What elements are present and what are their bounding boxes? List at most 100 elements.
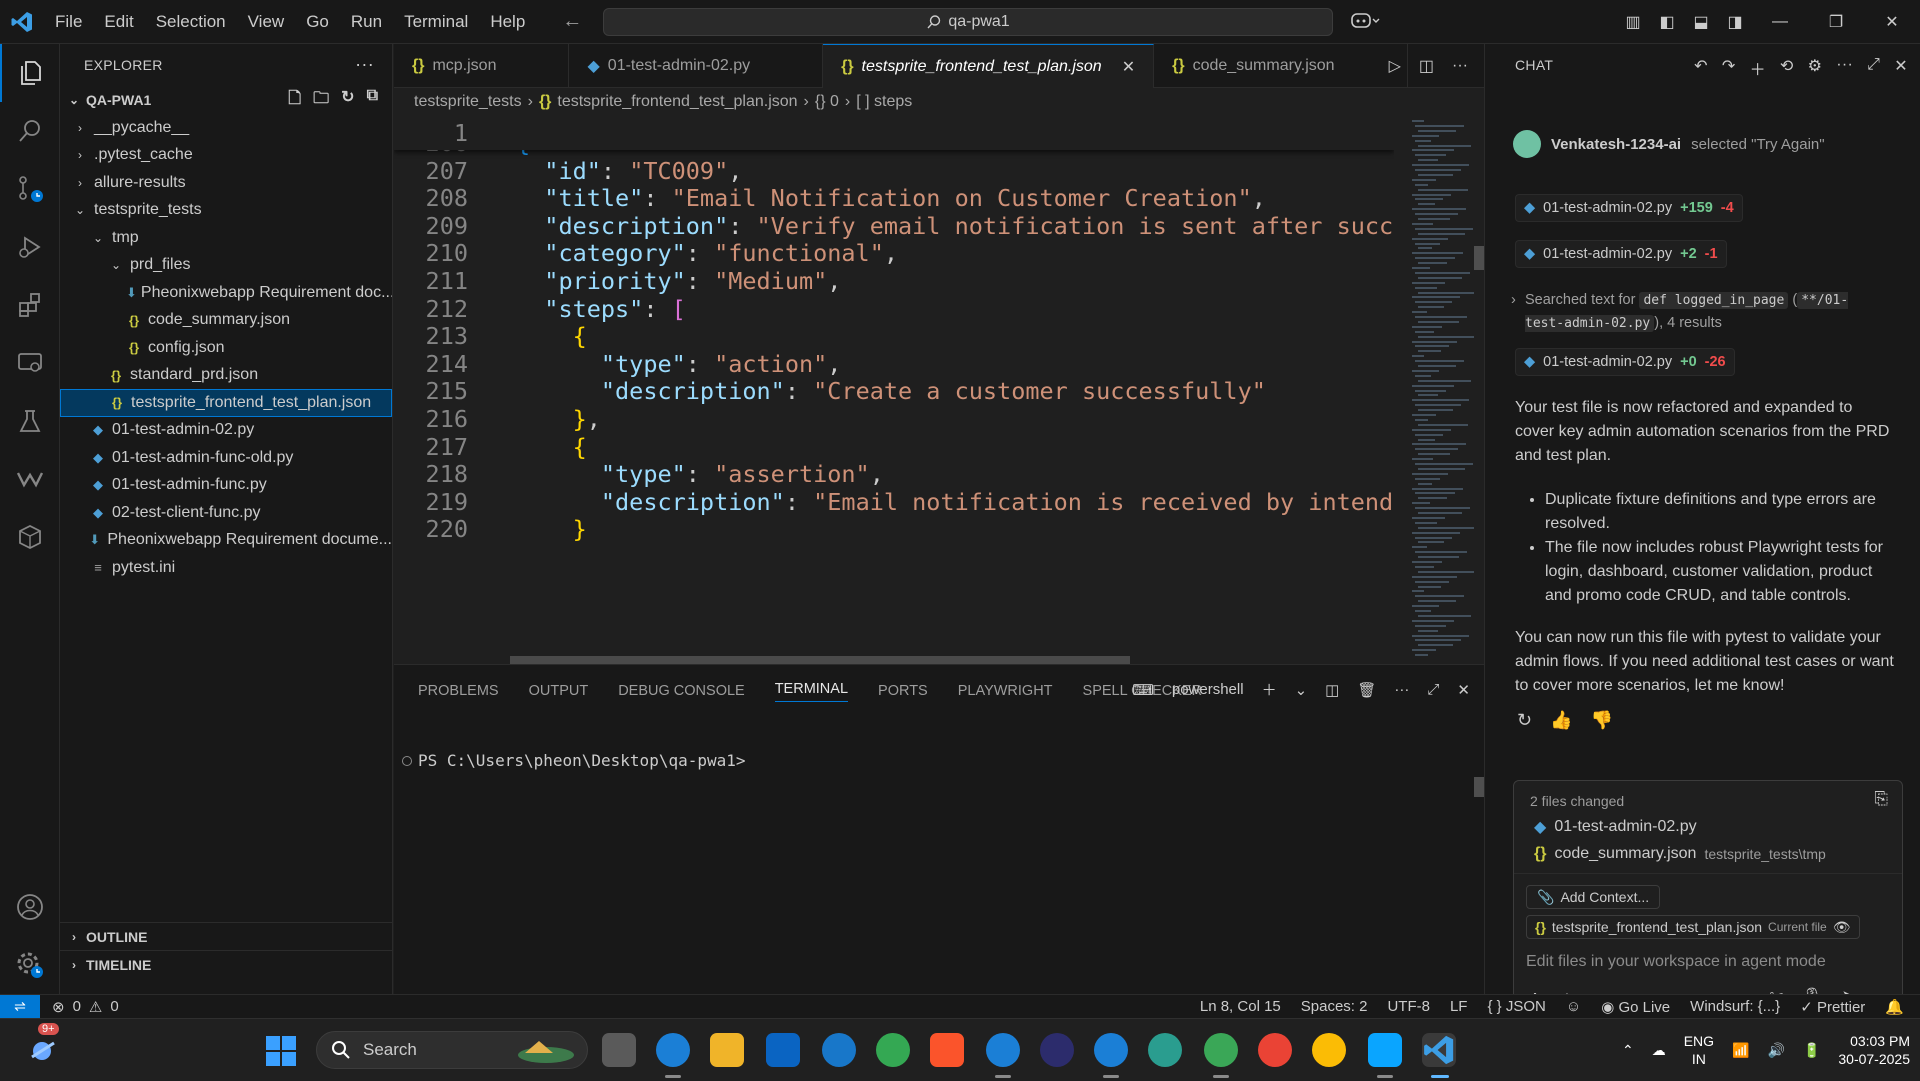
taskbar-search[interactable]: Search xyxy=(316,1031,588,1069)
warning-count[interactable]: 0 xyxy=(110,998,118,1016)
chat-settings-icon[interactable]: ⚙ xyxy=(1808,56,1823,80)
terminal-prompt-line[interactable]: PS C:\Users\pheon\Desktop\qa-pwa1> xyxy=(402,751,746,770)
panel-tab-problems[interactable]: PROBLEMS xyxy=(418,683,499,699)
minimap[interactable] xyxy=(1394,116,1477,664)
tree-item[interactable]: ◆ 01-test-admin-02.py xyxy=(60,417,392,445)
timeline-section[interactable]: › TIMELINE xyxy=(60,950,393,978)
code-editor[interactable]: 1 206{207 "id": "TC009",208 "title": "Em… xyxy=(394,116,1394,664)
thumbs-up-icon[interactable]: 👍 xyxy=(1550,710,1572,731)
editor-tab[interactable]: {} code_summary.json xyxy=(1154,44,1408,88)
source-control-icon[interactable] xyxy=(0,160,60,218)
maximize-chat-icon[interactable]: ⤢ xyxy=(1867,56,1880,80)
edge-profile-5-icon[interactable] xyxy=(1148,1033,1182,1067)
remote-explorer-icon[interactable] xyxy=(0,334,60,392)
chrome-profile-1-icon[interactable] xyxy=(876,1033,910,1067)
language-mode[interactable]: { } JSON xyxy=(1487,998,1545,1016)
changed-file-row[interactable]: {} code_summary.json testsprite_tests\tmp xyxy=(1534,845,1826,863)
windsurf-icon[interactable] xyxy=(0,450,60,508)
notifications-bell-icon[interactable]: 🔔 xyxy=(1885,998,1904,1016)
close-panel-icon[interactable]: ✕ xyxy=(1457,681,1470,699)
chrome-profile-2-icon[interactable] xyxy=(1258,1033,1292,1067)
more-actions-icon[interactable]: ··· xyxy=(355,54,374,75)
eye-icon[interactable]: 👁 xyxy=(1833,919,1851,936)
containers-icon[interactable] xyxy=(0,508,60,566)
encoding[interactable]: UTF-8 xyxy=(1387,998,1430,1016)
panel-tab-debug-console[interactable]: DEBUG CONSOLE xyxy=(618,683,745,699)
editor-more-icon[interactable]: ··· xyxy=(1452,57,1468,75)
edited-file-chip[interactable]: ◆ 01-test-admin-02.py +2 -1 xyxy=(1515,240,1727,268)
eclipse-icon[interactable] xyxy=(1040,1033,1074,1067)
edge-profile-6-icon[interactable] xyxy=(1204,1033,1238,1067)
prettier[interactable]: ✓ Prettier xyxy=(1800,998,1865,1016)
testing-flask-icon[interactable] xyxy=(0,392,60,450)
retry-icon[interactable]: ↻ xyxy=(1517,710,1532,731)
kill-terminal-icon[interactable]: 🗑 xyxy=(1357,681,1376,699)
breadcrumb-array[interactable]: [ ] steps xyxy=(856,93,912,111)
copilot-status-icon[interactable]: ☺ xyxy=(1566,998,1581,1016)
chevron-up-icon[interactable]: ⌃ xyxy=(1622,1042,1634,1059)
add-context-button[interactable]: 📎 Add Context... xyxy=(1526,885,1661,909)
changed-file-row[interactable]: ◆ 01-test-admin-02.py xyxy=(1534,817,1705,837)
toggle-sidebar-icon[interactable]: ◧ xyxy=(1650,12,1684,32)
indentation[interactable]: Spaces: 2 xyxy=(1301,998,1368,1016)
menu-terminal[interactable]: Terminal xyxy=(393,0,479,44)
menu-file[interactable]: File xyxy=(44,0,93,44)
menu-selection[interactable]: Selection xyxy=(145,0,237,44)
tree-item[interactable]: › __pycache__ xyxy=(60,114,392,142)
close-chat-icon[interactable]: ✕ xyxy=(1894,56,1908,80)
breadcrumb-file[interactable]: testsprite_frontend_test_plan.json xyxy=(557,93,797,111)
code-line[interactable]: 220 } xyxy=(394,512,1394,546)
run-file-icon[interactable]: ▷ xyxy=(1389,56,1401,76)
explorer-icon[interactable] xyxy=(0,44,60,102)
terminal-shell-name[interactable]: powershell xyxy=(1172,681,1244,698)
panel-tab-playwright[interactable]: PLAYWRIGHT xyxy=(958,683,1053,699)
panel-tab-ports[interactable]: PORTS xyxy=(878,683,928,699)
tree-item[interactable]: ⬇ Pheonixwebapp Requirement docume... xyxy=(60,527,392,555)
new-folder-icon[interactable]: 🗀 xyxy=(313,87,329,114)
editor-tab[interactable]: {} mcp.json xyxy=(394,44,570,88)
tree-item[interactable]: ⌄ testsprite_tests xyxy=(60,197,392,225)
chrome-profile-3-icon[interactable] xyxy=(1312,1033,1346,1067)
error-count[interactable]: 0 xyxy=(73,998,81,1016)
edited-file-chip[interactable]: ◆ 01-test-admin-02.py +0 -26 xyxy=(1515,348,1735,376)
tree-item[interactable]: ⌄ tmp xyxy=(60,224,392,252)
layout-panels-icon[interactable]: ▥ xyxy=(1616,12,1650,32)
volume-icon[interactable]: 🔊 xyxy=(1768,1042,1785,1059)
input-language[interactable]: ENG IN xyxy=(1684,1032,1714,1068)
extensions-icon[interactable] xyxy=(0,276,60,334)
edge-profile-3-icon[interactable] xyxy=(986,1033,1020,1067)
tree-item[interactable]: ◆ 02-test-client-func.py xyxy=(60,499,392,527)
split-terminal-icon[interactable]: ◫ xyxy=(1325,681,1339,699)
toggle-secondary-sidebar-icon[interactable]: ◨ xyxy=(1718,12,1752,32)
tree-item[interactable]: › .pytest_cache xyxy=(60,142,392,170)
tree-item[interactable]: ◆ 01-test-admin-func-old.py xyxy=(60,444,392,472)
close-tab-icon[interactable]: ✕ xyxy=(1122,57,1135,77)
settings-gear-icon[interactable] xyxy=(0,936,60,994)
battery-icon[interactable]: 🔋 xyxy=(1803,1042,1820,1059)
panel-more-icon[interactable]: ··· xyxy=(1394,681,1409,698)
search-sidebar-icon[interactable] xyxy=(0,102,60,160)
editor-tab[interactable]: ◆ 01-test-admin-02.py xyxy=(569,44,824,88)
weather-widget-icon[interactable] xyxy=(24,1031,64,1067)
edge-profile-4-icon[interactable] xyxy=(1094,1033,1128,1067)
chat-more-icon[interactable]: ··· xyxy=(1836,56,1853,80)
new-file-icon[interactable]: 🗋 xyxy=(288,87,301,114)
tree-item[interactable]: ⌄ prd_files xyxy=(60,252,392,280)
current-file-chip[interactable]: {} testsprite_frontend_test_plan.json Cu… xyxy=(1526,915,1860,939)
wifi-icon[interactable]: 📶 xyxy=(1732,1042,1749,1059)
editor-vertical-scrollbar[interactable] xyxy=(1474,116,1484,664)
menu-run[interactable]: Run xyxy=(340,0,393,44)
edge-profile-1-icon[interactable] xyxy=(656,1033,690,1067)
tree-item[interactable]: ◆ 01-test-admin-func.py xyxy=(60,472,392,500)
view-changes-icon[interactable]: ⎘ xyxy=(1874,789,1888,809)
cursor-position[interactable]: Ln 8, Col 15 xyxy=(1200,998,1281,1016)
terminal-scrollbar[interactable] xyxy=(1474,777,1484,797)
menu-edit[interactable]: Edit xyxy=(93,0,144,44)
close-window-icon[interactable]: ✕ xyxy=(1864,12,1920,32)
tree-item[interactable]: ≡ pytest.ini xyxy=(60,554,392,582)
chevron-down-icon[interactable]: ⌄ xyxy=(1295,681,1308,699)
search-result-summary[interactable]: › Searched text for def logged_in_page (… xyxy=(1511,289,1885,335)
task-view-icon[interactable] xyxy=(602,1033,636,1067)
run-debug-icon[interactable] xyxy=(0,218,60,276)
tree-item[interactable]: {} testsprite_frontend_test_plan.json xyxy=(60,389,392,417)
